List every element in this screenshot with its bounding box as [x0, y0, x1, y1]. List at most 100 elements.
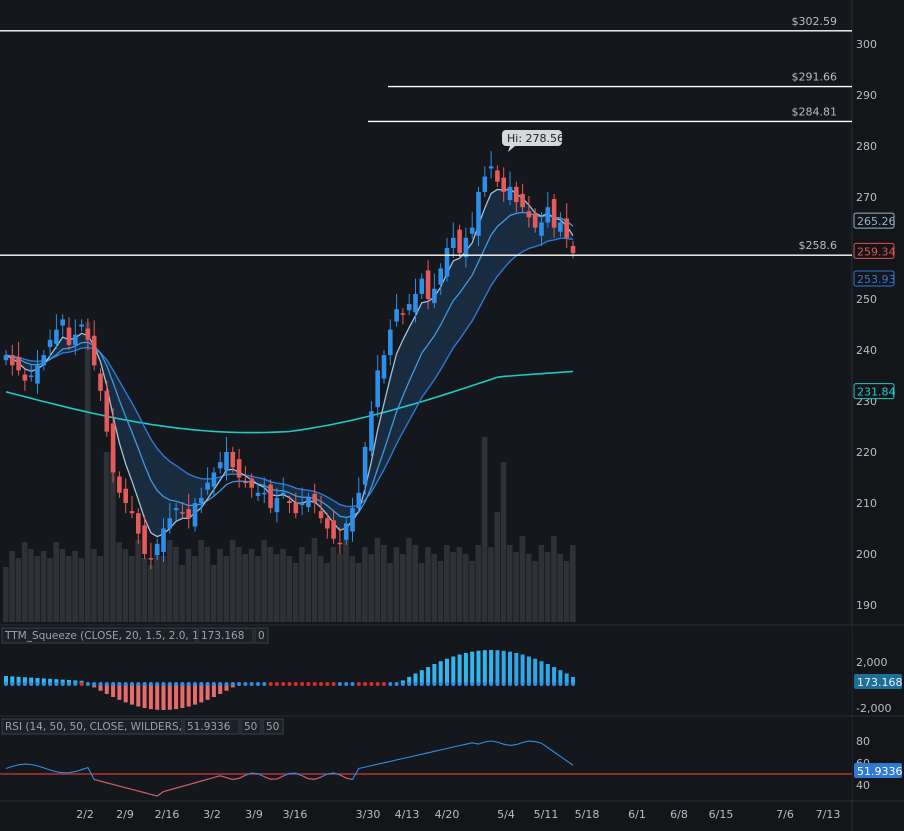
squeeze-histogram-bar — [205, 684, 210, 700]
volume-bar — [387, 563, 393, 622]
squeeze-dot — [16, 682, 21, 686]
squeeze-dot — [41, 682, 46, 686]
candle-body — [406, 304, 412, 311]
candle-body — [41, 355, 47, 366]
candle-body — [488, 166, 494, 169]
volume-bar — [336, 554, 343, 622]
squeeze-histogram-bar — [552, 667, 557, 684]
candle-body — [173, 508, 179, 511]
volume-bar — [3, 567, 9, 622]
candle-body — [501, 177, 506, 192]
price-tick-label: 300 — [856, 38, 877, 51]
candle-body — [268, 484, 273, 509]
candle-body — [306, 497, 311, 508]
squeeze-dot — [508, 682, 512, 686]
date-tick-label: 7/13 — [816, 808, 841, 821]
squeeze-dot — [274, 682, 279, 686]
squeeze-dot — [419, 682, 424, 686]
candle-body — [230, 452, 236, 468]
squeeze-dot — [300, 682, 305, 686]
volume-bar — [557, 554, 563, 622]
squeeze-header-text: 0 — [258, 630, 265, 642]
volume-bar — [141, 558, 148, 622]
candle-body — [375, 370, 380, 408]
squeeze-dot — [180, 682, 185, 686]
volume-bar — [78, 558, 85, 622]
candle-body — [79, 324, 84, 327]
candle-body — [293, 503, 299, 514]
price-badge-label: 231.84 — [857, 386, 896, 399]
squeeze-dot — [375, 682, 380, 686]
candle-body — [369, 411, 374, 451]
candle-body — [444, 248, 450, 277]
squeeze-dot — [161, 682, 166, 686]
squeeze-histogram-bar — [193, 684, 197, 705]
volume-bar — [318, 556, 324, 622]
squeeze-histogram-bar — [445, 658, 449, 684]
squeeze-dot — [174, 682, 179, 686]
candle-body — [331, 520, 336, 539]
volume-bar — [399, 554, 406, 622]
volume-bar — [431, 554, 437, 622]
volume-bar — [544, 552, 551, 622]
volume-bar — [299, 547, 305, 622]
squeeze-histogram-bar — [419, 670, 424, 684]
squeeze-dot — [237, 682, 242, 686]
candle-body — [123, 488, 128, 503]
squeeze-dot — [249, 682, 254, 686]
squeeze-histogram-bar — [495, 650, 500, 684]
squeeze-dot — [571, 682, 575, 686]
squeeze-dot — [457, 682, 462, 686]
candle-body — [262, 492, 267, 495]
candle-body — [545, 207, 551, 223]
squeeze-dot — [48, 682, 53, 686]
squeeze-histogram-bar — [432, 664, 437, 684]
rsi-tick-label: 80 — [856, 735, 870, 748]
squeeze-dot — [520, 682, 525, 686]
volume-bar — [84, 322, 91, 622]
candle-body — [451, 237, 456, 248]
squeeze-dot — [29, 682, 34, 686]
volume-bar — [103, 452, 110, 622]
volume-bar — [28, 549, 34, 622]
candle-body — [362, 446, 368, 485]
squeeze-dot — [451, 682, 456, 686]
squeeze-histogram-bar — [508, 651, 512, 684]
volume-bar — [40, 551, 47, 622]
squeeze-dot — [388, 682, 393, 686]
candle-body — [224, 452, 229, 471]
candle-body — [318, 511, 324, 519]
volume-bar — [21, 542, 28, 622]
volume-bar — [462, 554, 469, 622]
squeeze-histogram-bar — [142, 684, 147, 709]
volume-bar — [507, 545, 513, 622]
price-tick-label: 270 — [856, 191, 877, 204]
volume-bar — [450, 552, 456, 622]
squeeze-histogram-bar — [117, 684, 122, 700]
volume-bar — [173, 547, 179, 622]
squeeze-dot — [344, 682, 349, 686]
volume-bar — [305, 554, 311, 622]
squeeze-dot — [35, 682, 40, 686]
candle-body — [180, 512, 185, 514]
price-badge: 231.84 — [853, 383, 896, 400]
volume-bar — [267, 547, 274, 622]
candle-body — [211, 472, 217, 487]
volume-bar — [261, 540, 267, 622]
squeeze-dot — [218, 682, 223, 686]
price-tick-label: 250 — [856, 293, 877, 306]
squeeze-dot — [79, 682, 84, 686]
candle-body — [551, 199, 557, 228]
squeeze-tick-label: -2,000 — [856, 702, 891, 715]
candle-body — [425, 270, 431, 299]
candle-body — [205, 482, 210, 490]
volume-bar — [494, 512, 500, 622]
squeeze-histogram-bar — [476, 650, 481, 684]
squeeze-histogram-bar — [533, 658, 538, 684]
squeeze-dot — [104, 682, 109, 686]
volume-bar — [425, 547, 431, 622]
candle-body — [419, 278, 425, 294]
squeeze-histogram-bar — [148, 684, 153, 710]
candle-body — [73, 334, 78, 345]
volume-bar — [475, 545, 482, 622]
